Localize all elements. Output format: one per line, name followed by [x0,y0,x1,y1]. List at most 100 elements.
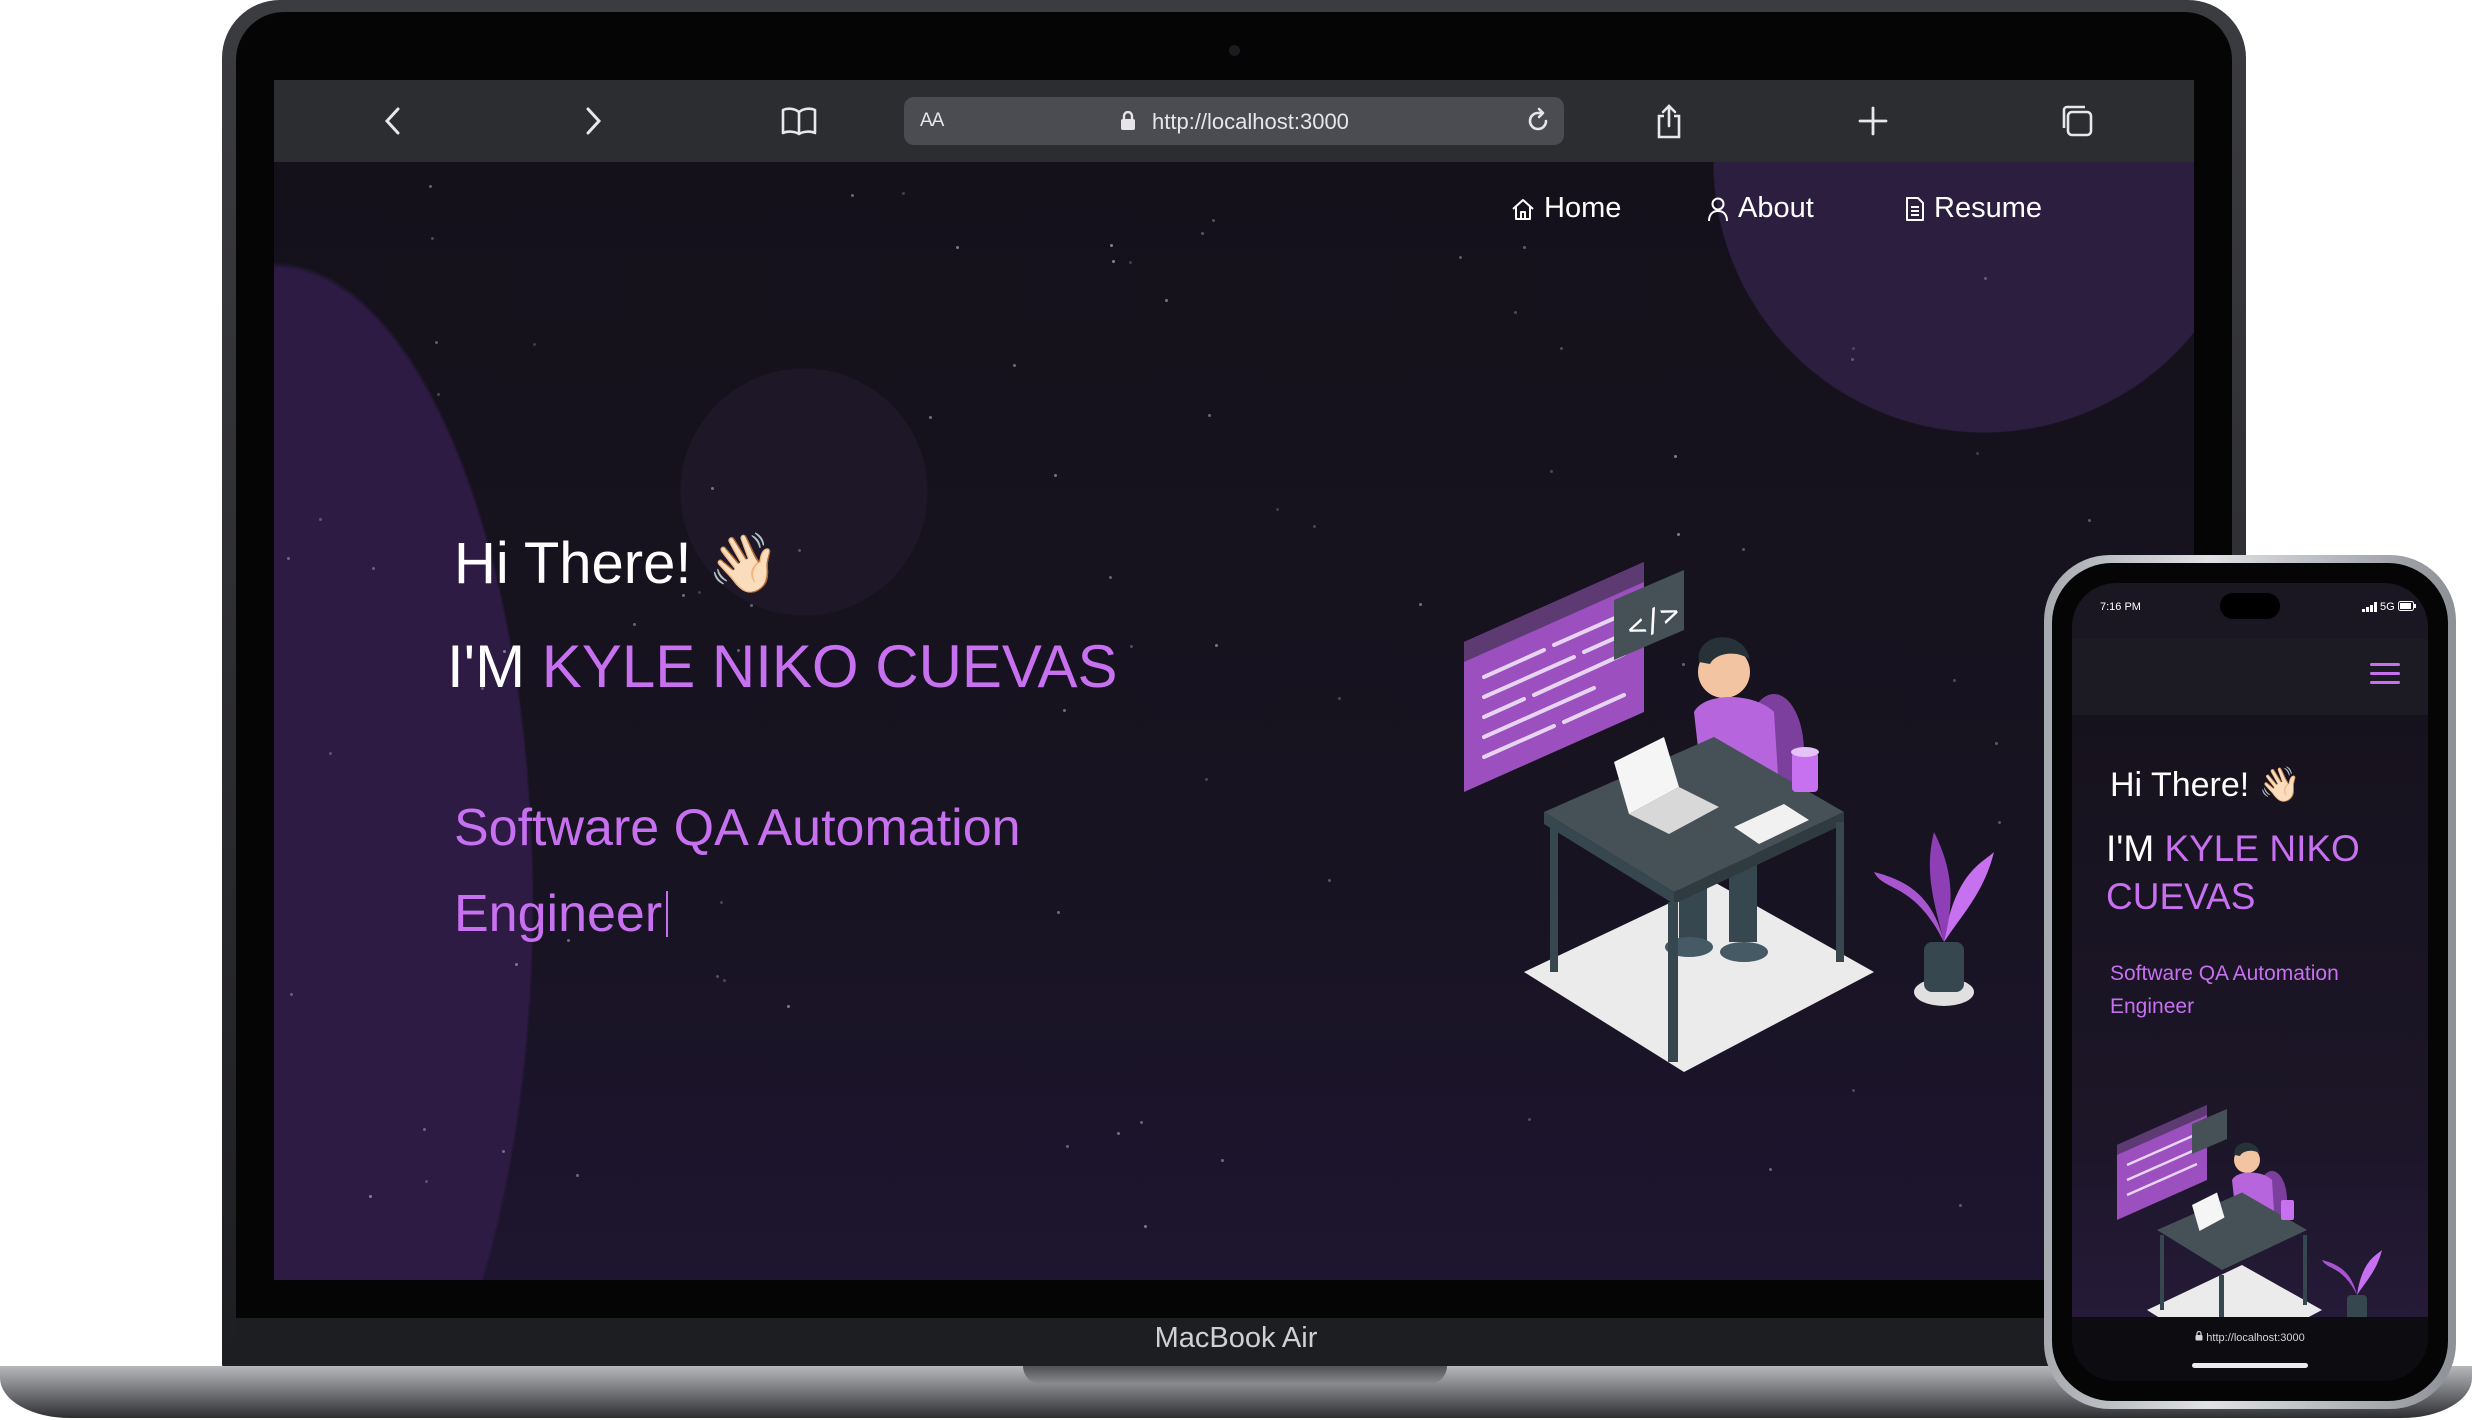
reload-icon[interactable] [1524,107,1552,135]
star [929,416,932,419]
code-window [1464,562,1644,792]
star [1112,260,1115,263]
star [902,192,905,195]
phone-url-bar[interactable]: http://localhost:3000 [2072,1317,2428,1381]
star [1976,452,1979,455]
star [1560,347,1563,350]
tabs-button[interactable] [2058,102,2096,140]
text-size-button[interactable]: AA [920,110,944,132]
star [1201,232,1204,235]
star [1742,548,1745,551]
nav-home[interactable]: Home [1510,192,1621,225]
star [1215,644,1218,647]
star [287,557,290,560]
star [1313,525,1316,528]
star [798,549,801,552]
user-icon [1708,197,1728,221]
phone-role: Software QA Automation Engineer [2110,962,2339,1018]
star [956,246,959,249]
phone-page: Hi There! 👋🏻 I'M KYLE NIKO CUEVAS Softwa… [2072,715,2428,1360]
home-icon [1512,198,1534,220]
star [435,341,438,344]
tabs-icon [2062,105,2093,137]
star [1117,1132,1120,1135]
laptop-screen: AA http://localhost:3000 Home About Resu… [274,80,2194,1280]
star [1205,778,1208,781]
star [425,1180,428,1183]
phone-screen: 7:16 PM 5G Hi There! 👋🏻 I'M KYLE NIKO CU… [2072,583,2428,1381]
nav-resume-label: Resume [1934,192,2042,224]
star [1063,709,1066,712]
phone-device: 7:16 PM 5G Hi There! 👋🏻 I'M KYLE NIKO CU… [2044,555,2456,1409]
cup [1791,747,1819,792]
phone-status-bar: 7:16 PM 5G [2072,583,2428,639]
home-indicator[interactable] [2192,1363,2308,1368]
star [1144,1225,1147,1228]
intro-prefix: I'M [447,633,526,700]
dynamic-notch [2220,593,2280,619]
share-button[interactable] [1650,102,1688,140]
back-button[interactable] [374,102,412,140]
star [1328,879,1331,882]
chevron-left-icon [384,107,400,135]
role-typewriter: Software QA Automation Engineer [454,785,1154,957]
nav-resume[interactable]: Resume [1904,192,2042,225]
wave-emoji: 👋🏻 [707,531,780,596]
phone-url-text: http://localhost:3000 [2206,1332,2305,1344]
star [1528,1118,1531,1121]
greeting: Hi There! 👋🏻 [454,530,780,598]
forward-button[interactable] [574,102,612,140]
address-bar[interactable]: AA http://localhost:3000 [904,97,1564,145]
star [1550,470,1553,473]
phone-wave-emoji: 👋🏻 [2258,766,2302,804]
chevron-right-icon [586,107,602,135]
star [1852,347,1855,350]
star [1140,1121,1143,1124]
star [372,567,375,570]
star [437,393,440,396]
star [1208,414,1211,417]
lock-icon [1121,111,1135,130]
nav-about[interactable]: About [1706,192,1814,225]
phone-intro-prefix: I'M [2106,828,2155,869]
hero-name: I'M KYLE NIKO CUEVAS [447,632,1118,701]
bookmarks-button[interactable] [780,102,818,140]
nav-home-label: Home [1544,192,1622,224]
document-icon [1906,196,1924,221]
plant [1874,832,1994,1006]
star [1769,1168,1772,1171]
star [851,194,854,197]
star [502,1150,505,1153]
star [319,518,322,521]
star [1130,645,1133,648]
star [633,623,636,626]
phone-navbar [2072,639,2428,715]
star [1165,299,1168,302]
browser-toolbar: AA http://localhost:3000 [274,80,2194,162]
star [723,979,726,982]
signal-icon [2362,602,2377,612]
new-tab-button[interactable] [1854,102,1892,140]
star [1109,576,1112,579]
star [1459,256,1462,259]
name-highlight: KYLE NIKO CUEVAS [541,633,1118,700]
star [329,752,332,755]
star [1212,219,1215,222]
star [1338,697,1341,700]
star [711,487,714,490]
laptop-camera [1229,45,1240,56]
greeting-text: Hi There! [454,531,692,596]
star [1419,603,1422,606]
phone-hero-name: I'M KYLE NIKO CUEVAS [2106,825,2406,921]
typing-cursor [666,891,669,937]
star [1677,533,1680,536]
role-text: Software QA Automation Engineer [454,799,1021,943]
star [429,185,432,188]
star [716,975,719,978]
hamburger-icon[interactable] [2370,663,2400,687]
star [1851,358,1854,361]
share-icon [1657,104,1681,139]
status-time: 7:16 PM [2100,601,2141,613]
laptop-notch [1023,1366,1447,1384]
star [1066,1145,1069,1148]
